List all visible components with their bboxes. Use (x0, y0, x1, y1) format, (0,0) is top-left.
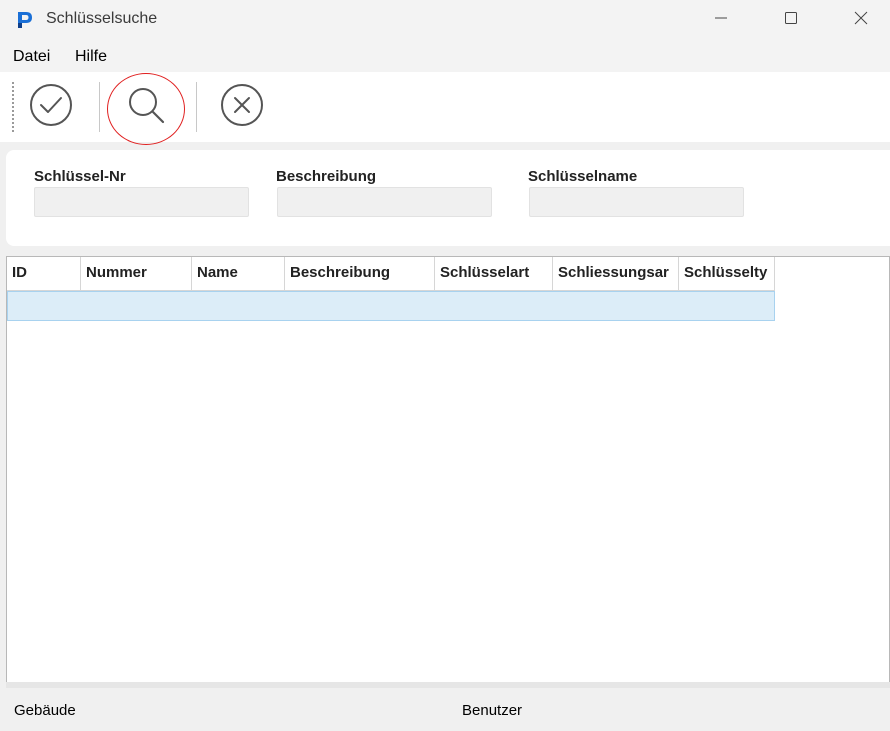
menu-hilfe[interactable]: Hilfe (75, 48, 107, 66)
maximize-button[interactable] (760, 0, 822, 40)
checkmark-circle-icon (28, 82, 74, 133)
maximize-icon (784, 11, 798, 30)
column-header-schluesseltyp[interactable]: Schlüsselty (679, 257, 775, 291)
results-grid[interactable]: ID Nummer Name Beschreibung Schlüsselart… (6, 256, 890, 688)
menu-bar: Datei Hilfe (0, 40, 890, 72)
confirm-button[interactable] (26, 82, 76, 132)
title-bar: Schlüsselsuche (0, 0, 890, 40)
column-header-schliessungsart[interactable]: Schliessungsar (553, 257, 679, 291)
table-row[interactable] (7, 291, 775, 321)
search-icon (123, 82, 169, 133)
toolbar-separator (196, 82, 197, 132)
cancel-button[interactable] (217, 82, 267, 132)
menu-datei[interactable]: Datei (13, 48, 50, 66)
toolbar-separator (99, 82, 100, 132)
horizontal-scrollbar[interactable] (6, 682, 890, 688)
status-bar: Gebäude Benutzer (0, 690, 890, 731)
column-header-nummer[interactable]: Nummer (81, 257, 192, 291)
search-button[interactable] (121, 82, 171, 132)
minimize-icon (714, 11, 728, 30)
description-label: Beschreibung (276, 168, 377, 185)
p-logo-icon (16, 10, 34, 30)
column-header-schluesselart[interactable]: Schlüsselart (435, 257, 553, 291)
toolbar-grip[interactable] (12, 82, 14, 134)
key-number-input[interactable] (34, 187, 249, 217)
column-header-name[interactable]: Name (192, 257, 285, 291)
key-name-label: Schlüsselname (528, 168, 638, 185)
grid-header: ID Nummer Name Beschreibung Schlüsselart… (7, 257, 775, 291)
description-input[interactable] (277, 187, 492, 217)
column-header-beschreibung[interactable]: Beschreibung (285, 257, 435, 291)
key-name-input[interactable] (529, 187, 744, 217)
minimize-button[interactable] (690, 0, 752, 40)
key-number-label: Schlüssel-Nr (34, 168, 126, 185)
close-window-button[interactable] (830, 0, 890, 40)
toolbar (0, 72, 890, 142)
x-circle-icon (219, 82, 265, 133)
close-icon (854, 11, 868, 30)
status-building: Gebäude (14, 702, 76, 719)
search-window: Schlüsselsuche Datei Hilfe Schlüssel-Nr … (0, 0, 890, 731)
status-user: Benutzer (462, 702, 523, 719)
window-title: Schlüsselsuche (46, 10, 158, 27)
column-header-id[interactable]: ID (7, 257, 81, 291)
